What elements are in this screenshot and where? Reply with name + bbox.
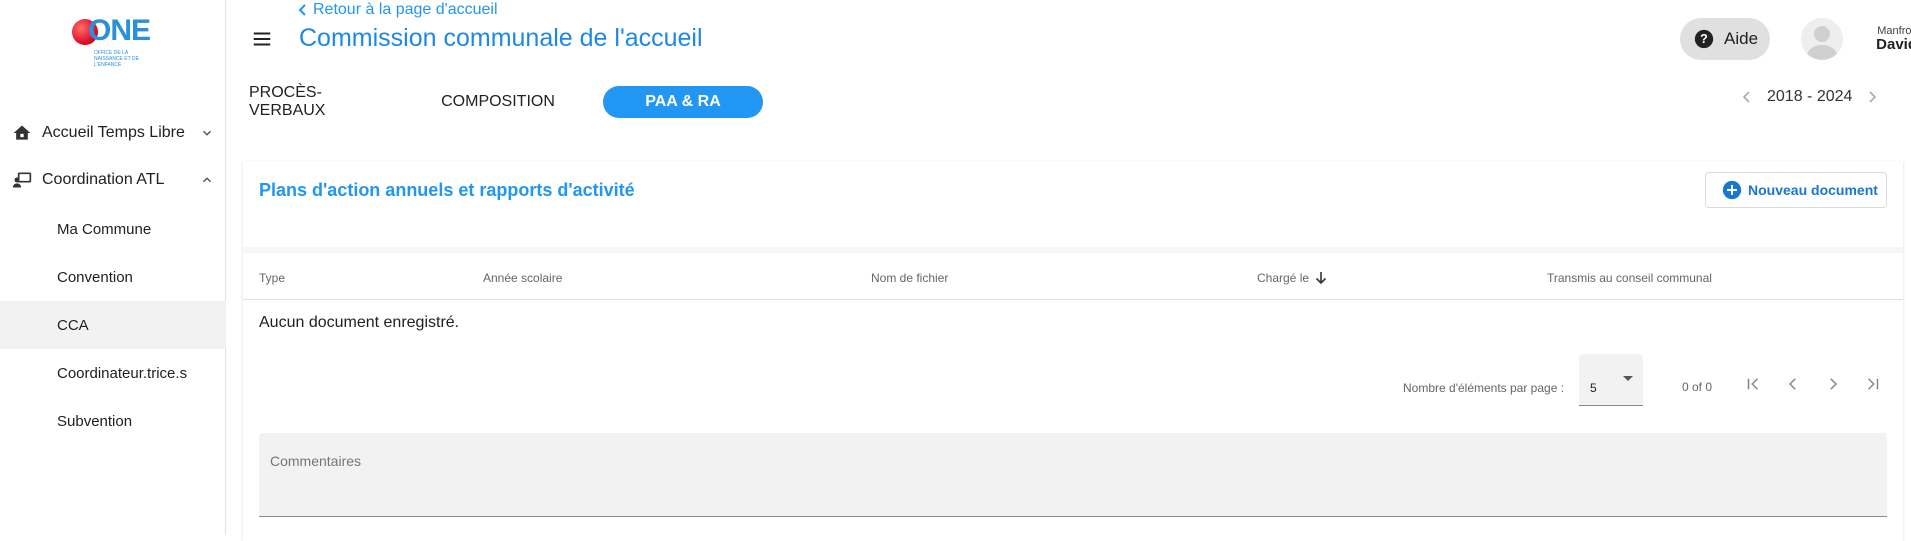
next-page-button[interactable] [1819, 370, 1847, 398]
sidebar-item-label: Coordination ATL [42, 171, 165, 188]
comments-field[interactable]: Commentaires [259, 433, 1887, 517]
sidebar-item-coordinateurs[interactable]: Coordinateur.trice.s [0, 349, 226, 397]
column-transmis-conseil[interactable]: Transmis au conseil communal [1547, 271, 1712, 285]
sidebar-item-label: Convention [57, 268, 133, 286]
comments-input[interactable] [259, 433, 1887, 516]
chevron-up-icon [203, 177, 211, 183]
back-link-label: Retour à la page d'accueil [313, 1, 498, 18]
tab-label: PAA & RA [645, 93, 721, 110]
sidebar-item-label: Coordinateur.trice.s [57, 364, 188, 382]
user-last-name: David [1876, 36, 1911, 53]
main-content: Retour à la page d'accueil Commission co… [227, 0, 1911, 541]
one-logo[interactable]: ONE Office de la naissance et de l'enfan… [72, 14, 152, 68]
help-button-label: Aide [1724, 29, 1759, 48]
per-page-label: Nombre d'éléments par page : [1403, 381, 1565, 395]
new-document-label: Nouveau document [1748, 182, 1878, 198]
column-annee-scolaire[interactable]: Année scolaire [483, 271, 562, 285]
back-link[interactable]: Retour à la page d'accueil [297, 1, 498, 19]
column-charge-le[interactable]: Chargé le [1257, 271, 1327, 285]
tab-proces-verbaux[interactable]: PROCÈS-VERBAUX [249, 84, 389, 119]
per-page-select[interactable]: 5 [1579, 354, 1643, 406]
page-title: Commission communale de l'accueil [299, 24, 703, 52]
last-page-icon [1867, 378, 1879, 390]
user-avatar-icon [1806, 26, 1838, 60]
first-page-button[interactable] [1739, 370, 1767, 398]
help-button[interactable]: ? Aide [1680, 18, 1770, 60]
sidebar: ONE Office de la naissance et de l'enfan… [0, 0, 226, 535]
card-title: Plans d'action annuels et rapports d'act… [259, 180, 635, 200]
logo-word: ONE [88, 14, 151, 47]
tab-composition[interactable]: COMPOSITION [441, 86, 555, 118]
column-type[interactable]: Type [259, 271, 285, 285]
table-header: Type Année scolaire Nom de fichier Charg… [243, 253, 1903, 300]
sidebar-item-cca[interactable]: CCA [0, 301, 226, 349]
last-page-button[interactable] [1859, 370, 1887, 398]
new-document-button[interactable]: Nouveau document [1705, 172, 1887, 208]
documents-card: Plans d'action annuels et rapports d'act… [243, 161, 1903, 541]
avatar[interactable] [1801, 18, 1843, 60]
dropdown-caret-icon [1623, 376, 1633, 381]
sidebar-item-convention[interactable]: Convention [0, 253, 226, 301]
chevron-left-icon [1788, 378, 1796, 390]
sidebar-item-accueil-temps-libre[interactable]: Accueil Temps Libre [0, 113, 226, 153]
sidebar-item-label: Accueil Temps Libre [42, 124, 185, 141]
sidebar-item-ma-commune[interactable]: Ma Commune [0, 205, 226, 253]
tab-label: PROCÈS-VERBAUX [249, 84, 326, 119]
chevron-down-icon [203, 130, 211, 136]
help-icon: ? [1694, 29, 1714, 49]
svg-text:?: ? [1700, 32, 1708, 46]
sidebar-item-label: CCA [57, 316, 89, 334]
previous-period-icon[interactable] [1741, 90, 1751, 104]
chevron-right-icon [1830, 378, 1838, 390]
coordination-icon [12, 172, 32, 188]
sort-arrow-down-icon [1315, 272, 1327, 285]
chevron-left-icon [298, 4, 306, 16]
first-page-icon [1747, 378, 1759, 390]
pagination-range: 0 of 0 [1682, 380, 1713, 394]
add-circle-icon [1722, 180, 1742, 200]
period-selector: 2018 - 2024 [1741, 88, 1878, 106]
sidebar-item-subvention[interactable]: Subvention [0, 397, 226, 445]
sidebar-item-label: Ma Commune [57, 220, 152, 238]
sidebar-item-coordination-atl[interactable]: Coordination ATL [0, 160, 226, 200]
period-label: 2018 - 2024 [1767, 88, 1853, 105]
per-page-value: 5 [1590, 381, 1597, 395]
tab-paa-ra[interactable]: PAA & RA [603, 86, 763, 118]
sidebar-item-label: Subvention [57, 412, 133, 430]
home-icon [13, 125, 31, 140]
user-name[interactable]: Manfroy David [1847, 24, 1911, 52]
tab-label: COMPOSITION [441, 93, 555, 110]
column-nom-de-fichier[interactable]: Nom de fichier [871, 271, 948, 285]
next-period-icon[interactable] [1868, 90, 1878, 104]
logo-tagline: Office de la naissance et de l'enfance [94, 50, 139, 68]
menu-icon[interactable] [251, 28, 273, 50]
previous-page-button[interactable] [1779, 370, 1807, 398]
empty-table-message: Aucun document enregistré. [259, 314, 460, 331]
